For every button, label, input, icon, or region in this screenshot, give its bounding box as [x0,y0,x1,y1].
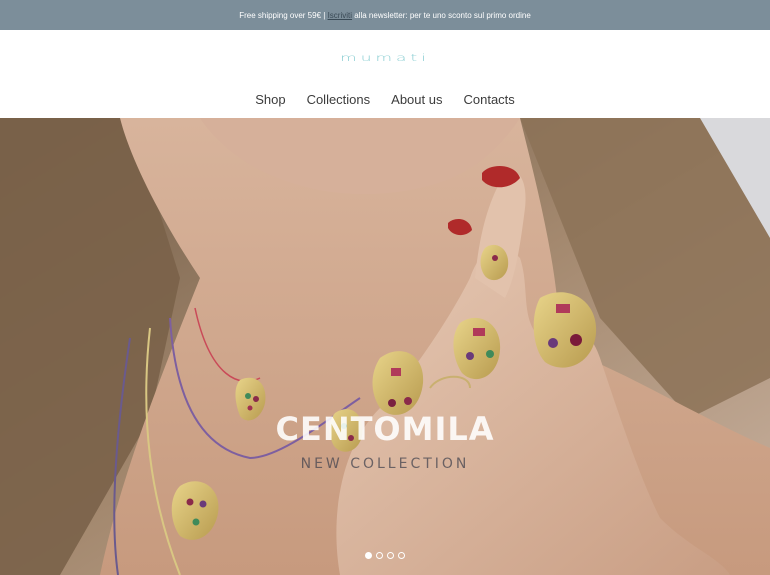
nav-item-collections[interactable]: Collections [307,92,371,107]
slider-dot-4[interactable] [398,552,405,559]
nav-item-shop[interactable]: Shop [255,92,285,107]
hero-image [0,118,770,575]
site-header: mumati Shop Collections About us Contact… [0,30,770,118]
site-logo[interactable]: mumati [0,48,770,68]
newsletter-signup-link[interactable]: Iscriviti [328,11,352,20]
slider-dot-2[interactable] [376,552,383,559]
nav-item-contacts[interactable]: Contacts [463,92,514,107]
nav-item-about-us[interactable]: About us [391,92,442,107]
slider-dot-3[interactable] [387,552,394,559]
hero-subtitle: NEW COLLECTION [300,456,470,472]
slider-pagination [0,552,770,559]
hero-slider[interactable]: CENTOMILA NEW COLLECTION [0,118,770,575]
hero-title: CENTOMILA [275,410,495,448]
slider-dot-1[interactable] [365,552,372,559]
announcement-text-tail: alla newsletter: per te uno sconto sul p… [352,10,531,20]
main-nav: Shop Collections About us Contacts [0,92,770,107]
announcement-text: Free shipping over 59€ | [239,10,328,20]
announcement-bar: Free shipping over 59€ | Iscriviti alla … [0,0,770,30]
